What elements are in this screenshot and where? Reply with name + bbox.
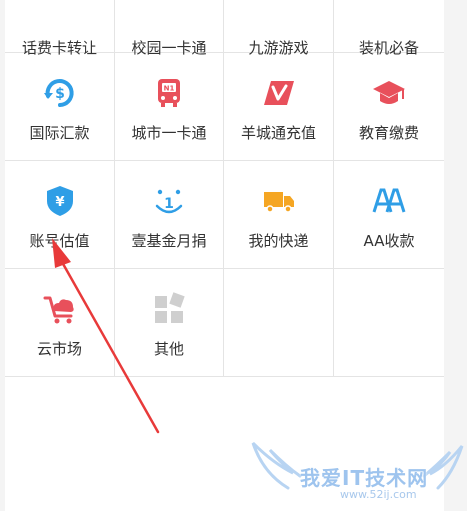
empty-cell [334,269,444,377]
service-education-payment[interactable]: 教育缴费 [334,53,444,161]
svg-text:N1: N1 [164,85,175,93]
service-yangchengtong-topup[interactable]: 羊城通充值 [224,53,334,161]
service-label: 城市一卡通 [131,124,207,142]
service-label: 羊城通充值 [240,124,316,142]
service-one-foundation-monthly[interactable]: 1 壹基金月捐 [115,161,224,269]
service-label: 教育缴费 [358,124,419,142]
service-international-remittance[interactable]: $ 国际汇款 [5,53,115,161]
svg-text:¥: ¥ [55,195,64,210]
more-blocks-icon [152,292,186,326]
watermark: 我爱IT技术网 www.52ij.com [248,438,467,511]
bus-card-icon: N1 [152,76,186,110]
service-other[interactable]: 其他 [115,269,224,377]
service-cloud-market[interactable]: 云市场 [5,269,115,377]
service-my-delivery[interactable]: 我的快递 [224,161,334,269]
service-label: 我的快递 [248,232,309,250]
international-remittance-icon: $ [43,76,77,110]
service-label: 国际汇款 [29,124,90,142]
graduation-cap-icon [372,76,406,110]
yangchengtong-icon [262,76,296,110]
watermark-text: 我爱IT技术网 [300,466,429,490]
aa-collect-icon [372,184,406,218]
service-label: 壹基金月捐 [131,232,207,250]
service-grid: 话费卡转让 校园一卡通 九游游戏 装机必备 $ 国际汇款 N1 城市一卡通 羊城… [5,0,444,377]
service-label: 账号估值 [29,232,90,250]
svg-text:$: $ [55,86,65,102]
services-panel: 话费卡转让 校园一卡通 九游游戏 装机必备 $ 国际汇款 N1 城市一卡通 羊城… [5,0,444,511]
service-account-valuation[interactable]: ¥ 账号估值 [5,161,115,269]
delivery-truck-icon [262,184,296,218]
svg-text:1: 1 [164,196,174,212]
service-label: 其他 [153,340,184,358]
service-campus-card[interactable]: 校园一卡通 [115,0,224,57]
empty-cell [224,269,334,377]
smile-fund-icon: 1 [152,184,186,218]
service-9game[interactable]: 九游游戏 [224,0,334,57]
service-label: 云市场 [36,340,82,358]
divider [5,376,444,377]
service-phone-card-transfer[interactable]: 话费卡转让 [5,0,115,57]
shield-yen-icon: ¥ [43,184,77,218]
cloud-cart-icon [43,292,77,326]
service-aa-collect[interactable]: AA收款 [334,161,444,269]
service-city-card[interactable]: N1 城市一卡通 [115,53,224,161]
watermark-url: www.52ij.com [340,488,417,501]
service-label: AA收款 [363,232,415,250]
service-essential-apps[interactable]: 装机必备 [334,0,444,57]
